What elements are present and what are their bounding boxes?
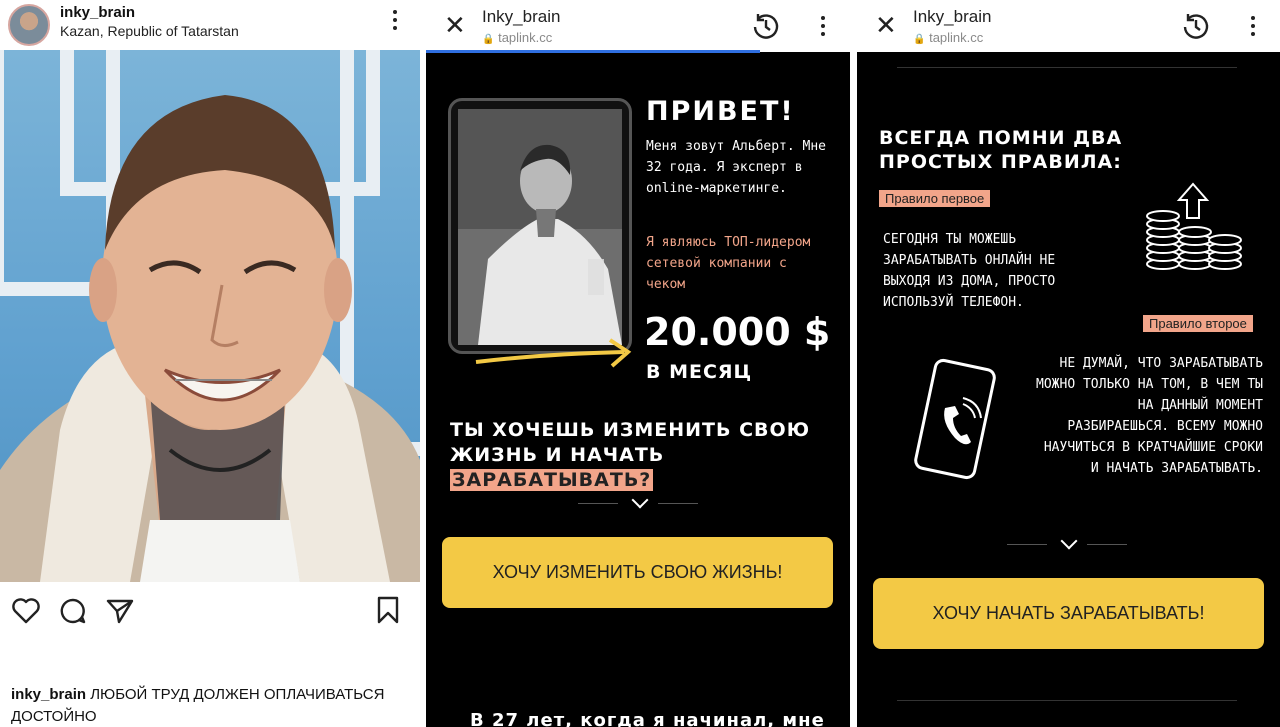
- change-life-button[interactable]: ХОЧУ ИЗМЕНИТЬ СВОЮ ЖИЗНЬ!: [442, 537, 833, 608]
- caption-username[interactable]: inky_brain: [11, 686, 86, 703]
- rules-heading: ВСЕГДА ПОМНИ ДВА ПРОСТЫХ ПРАВИЛА:: [879, 127, 1123, 173]
- divider-left: [1007, 544, 1047, 545]
- browser-title: Inky_brain: [913, 7, 992, 26]
- rule2-text: НЕ ДУМАЙ, ЧТО ЗАРАБАТЫВАТЬ МОЖНО ТОЛЬКО …: [1036, 356, 1263, 476]
- question-heading: ТЫ ХОЧЕШЬ ИЗМЕНИТЬ СВОЮ ЖИЗНЬ И НАЧАТЬ З…: [450, 418, 830, 493]
- rule1-text: СЕГОДНЯ ТЫ МОЖЕШЬ ЗАРАБАТЫВАТЬ ОНЛАЙН НЕ…: [883, 232, 1056, 310]
- leader-text: Я являюсь ТОП-лидером сетевой компании с…: [646, 235, 811, 292]
- browser-url[interactable]: 🔒 taplink.cc: [482, 30, 552, 45]
- rule1-label: Правило первое: [879, 190, 991, 207]
- post-header: inky_brain Kazan, Republic of Tatarstan: [0, 0, 420, 50]
- url-text: taplink.cc: [929, 30, 984, 45]
- browser-screen-intro: ✕ Inky_brain 🔒 taplink.cc ПРИВЕТ! Меня з…: [426, 0, 850, 727]
- avatar[interactable]: [8, 4, 50, 46]
- bottom-divider: [897, 700, 1237, 701]
- start-earning-button[interactable]: ХОЧУ НАЧАТЬ ЗАРАБАТЫВАТЬ!: [873, 578, 1264, 649]
- person-portrait: [0, 95, 420, 582]
- intro-text: Меня зовут Альберт. Мне 32 года. Я экспе…: [646, 139, 827, 196]
- comment-icon[interactable]: [60, 598, 86, 624]
- more-icon[interactable]: [820, 14, 826, 40]
- top-divider: [897, 67, 1237, 68]
- browser-header: ✕ Inky_brain 🔒 taplink.cc: [426, 0, 850, 53]
- greeting-heading: ПРИВЕТ!: [646, 96, 795, 127]
- divider-right: [658, 503, 698, 504]
- browser-header: ✕ Inky_brain 🔒 taplink.cc: [857, 0, 1280, 52]
- income-period: В МЕСЯЦ: [646, 361, 753, 383]
- browser-title: Inky_brain: [482, 7, 561, 26]
- close-icon[interactable]: ✕: [875, 12, 897, 38]
- divider-left: [578, 503, 618, 504]
- post-actions: [0, 588, 420, 632]
- chevron-down-icon[interactable]: [1060, 532, 1078, 550]
- more-icon[interactable]: [1250, 14, 1256, 40]
- history-icon[interactable]: [752, 12, 780, 40]
- chevron-down-icon[interactable]: [631, 491, 649, 509]
- divider-right: [1087, 544, 1127, 545]
- history-icon[interactable]: [1182, 12, 1210, 40]
- arrow-decoration: [475, 338, 632, 368]
- author-photo: [458, 109, 622, 345]
- browser-screen-rules: ✕ Inky_brain 🔒 taplink.cc ВСЕГДА ПОМНИ Д…: [857, 0, 1280, 727]
- lock-icon: 🔒: [913, 34, 926, 45]
- post-location[interactable]: Kazan, Republic of Tatarstan: [60, 23, 239, 39]
- post-photo[interactable]: [0, 50, 420, 582]
- phone-icon: [914, 358, 996, 480]
- share-icon[interactable]: [106, 598, 134, 624]
- tablet-frame: [448, 98, 632, 354]
- heart-icon[interactable]: [12, 598, 40, 624]
- instagram-post-screen: inky_brain Kazan, Republic of Tatarstan: [0, 0, 420, 727]
- bookmark-icon[interactable]: [376, 596, 400, 624]
- url-text: taplink.cc: [498, 30, 553, 45]
- post-caption: inky_brain ЛЮБОЙ ТРУД ДОЛЖЕН ОПЛАЧИВАТЬС…: [11, 684, 411, 727]
- income-amount: 20.000 $: [644, 310, 831, 354]
- close-icon[interactable]: ✕: [444, 12, 466, 38]
- story-text-cutoff: В 27 лет, когда я начинал, мне: [470, 710, 825, 727]
- lock-icon: 🔒: [482, 34, 495, 45]
- more-icon[interactable]: [392, 8, 398, 34]
- question-main: ТЫ ХОЧЕШЬ ИЗМЕНИТЬ СВОЮ ЖИЗНЬ И НАЧАТЬ: [450, 419, 810, 466]
- page-load-progress: [426, 50, 760, 53]
- post-username[interactable]: inky_brain: [60, 4, 135, 21]
- browser-url[interactable]: 🔒 taplink.cc: [913, 30, 983, 45]
- question-highlight: ЗАРАБАТЫВАТЬ?: [450, 469, 654, 491]
- rule2-label: Правило второе: [1143, 315, 1253, 332]
- coins-icon: [1146, 182, 1242, 270]
